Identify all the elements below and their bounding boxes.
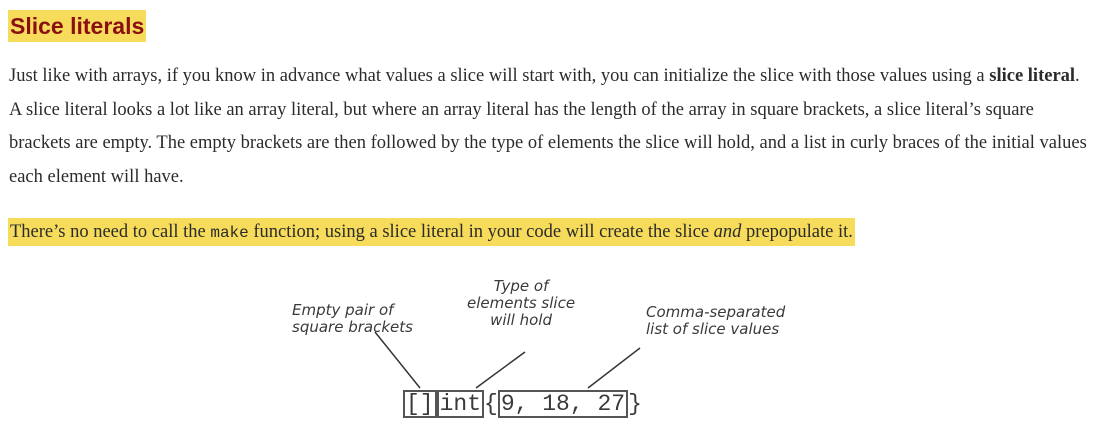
paragraph-text-start: Just like with arrays, if you know in ad… — [9, 66, 990, 86]
slice-literal-code: [] int{9, 18, 27} — [403, 390, 642, 420]
slice-literal-term: slice literal — [989, 66, 1076, 86]
type-arrow — [475, 351, 526, 389]
values-annotation-line-1: Comma-separated — [646, 303, 786, 321]
type-annotation-line-2: elements slice — [467, 294, 576, 312]
type-box: int — [436, 390, 485, 418]
open-brace: { — [484, 391, 498, 417]
brackets-box: [] — [403, 390, 437, 418]
note-text-start: There’s no need to call the — [10, 222, 211, 242]
brackets-annotation: Empty pair of square brackets — [292, 302, 413, 336]
make-code: make — [210, 224, 249, 242]
type-annotation-line-3: will hold — [490, 311, 552, 329]
brackets-arrow — [374, 331, 421, 389]
note-text-end: prepopulate it. — [741, 222, 853, 242]
values-arrow — [587, 347, 641, 389]
highlighted-note: There’s no need to call the make functio… — [8, 218, 855, 246]
brackets-annotation-line-2: square brackets — [292, 318, 413, 336]
values-box: 9, 18, 27 — [497, 390, 629, 418]
type-annotation-line-1: Type of — [493, 277, 549, 295]
heading-highlight: Slice literals — [8, 10, 147, 42]
brackets-annotation-line-1: Empty pair of — [292, 301, 394, 319]
section-heading: Slice literals — [10, 13, 145, 39]
values-annotation: Comma-separated list of slice values — [646, 304, 785, 338]
note-text-middle: function; using a slice literal in your … — [248, 222, 714, 242]
slice-literal-diagram: Empty pair of square brackets Type of el… — [280, 270, 820, 430]
type-annotation: Type of elements slice will hold — [467, 278, 575, 329]
note-emphasis: and — [713, 222, 742, 242]
close-brace: } — [628, 391, 642, 417]
intro-paragraph: Just like with arrays, if you know in ad… — [9, 60, 1089, 194]
values-annotation-line-2: list of slice values — [646, 320, 780, 338]
